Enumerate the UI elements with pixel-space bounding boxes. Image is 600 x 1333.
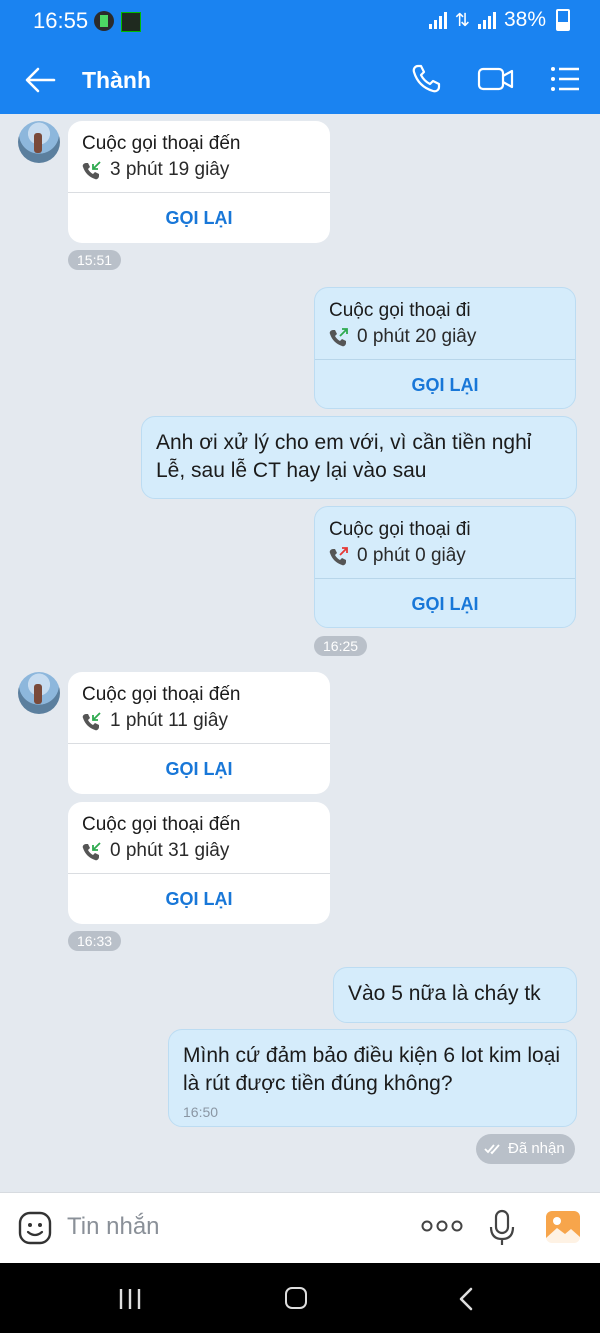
- call-back-button[interactable]: GỌI LẠI: [315, 360, 575, 410]
- status-time: 16:55: [33, 8, 89, 33]
- home-icon[interactable]: [285, 1287, 307, 1309]
- back-arrow-icon[interactable]: [24, 65, 56, 95]
- menu-list-icon[interactable]: [548, 62, 582, 96]
- incoming-call-card: Cuộc gọi thoại đến 3 phút 19 giây GỌI LẠ…: [68, 121, 330, 243]
- call-duration: 1 phút 11 giây: [110, 710, 228, 731]
- call-title: Cuộc gọi thoại đi: [329, 519, 471, 540]
- delivery-status-text: Đã nhận: [508, 1140, 565, 1157]
- outgoing-call-card: Cuộc gọi thoại đi 0 phút 20 giây GỌI LẠI: [314, 287, 576, 409]
- incoming-call-icon: [82, 842, 101, 861]
- outgoing-text-message[interactable]: Anh ơi xử lý cho em với, vì cần tiền ngh…: [141, 416, 577, 499]
- double-check-icon: [484, 1144, 500, 1155]
- signal-icon: [428, 11, 447, 29]
- signal-icon-2: [477, 11, 496, 29]
- call-title: Cuộc gọi thoại đến: [82, 133, 241, 154]
- missed-outgoing-call-icon: [329, 547, 348, 566]
- app-notification-icon: [94, 11, 114, 31]
- voice-call-icon[interactable]: [409, 62, 443, 96]
- incoming-call-icon: [82, 712, 101, 731]
- microphone-icon[interactable]: [488, 1209, 516, 1247]
- incoming-call-icon: [82, 161, 101, 180]
- outgoing-text-message[interactable]: Mình cứ đảm bảo điều kiện 6 lot kim loại…: [168, 1029, 577, 1127]
- message-text: Anh ơi xử lý cho em với, vì cần tiền ngh…: [156, 431, 532, 482]
- message-time: 16:50: [183, 1104, 219, 1120]
- timestamp-badge: 15:51: [68, 250, 122, 270]
- status-bar: 16:55 ⇅ 38%: [0, 0, 600, 45]
- call-duration: 0 phút 20 giây: [357, 326, 477, 347]
- more-options-icon[interactable]: [421, 1219, 463, 1233]
- battery-icon: [556, 9, 570, 31]
- contact-avatar[interactable]: [18, 672, 60, 714]
- sticker-emoji-icon[interactable]: [18, 1211, 52, 1245]
- chat-header: Thành: [0, 45, 600, 114]
- stock-app-notification-icon: [121, 12, 141, 32]
- call-back-button[interactable]: GỌI LẠI: [315, 579, 575, 629]
- call-back-button[interactable]: GỌI LẠI: [68, 193, 330, 243]
- call-back-button[interactable]: GỌI LẠI: [68, 874, 330, 924]
- call-duration: 3 phút 19 giây: [110, 159, 230, 180]
- image-gallery-icon[interactable]: [545, 1210, 581, 1244]
- contact-avatar[interactable]: [18, 121, 60, 163]
- call-title: Cuộc gọi thoại đến: [82, 814, 241, 835]
- call-duration: 0 phút 0 giây: [357, 545, 466, 566]
- call-back-button[interactable]: GỌI LẠI: [68, 744, 330, 794]
- call-duration: 0 phút 31 giây: [110, 840, 230, 861]
- timestamp-badge: 16:33: [68, 931, 122, 951]
- outgoing-text-message[interactable]: Vào 5 nữa là cháy tk: [333, 967, 577, 1023]
- message-composer: Tin nhắn: [0, 1192, 600, 1263]
- call-title: Cuộc gọi thoại đến: [82, 684, 241, 705]
- system-back-icon[interactable]: [458, 1287, 474, 1311]
- outgoing-call-icon: [329, 328, 348, 347]
- message-text: Mình cứ đảm bảo điều kiện 6 lot kim loại…: [183, 1044, 561, 1095]
- incoming-call-card: Cuộc gọi thoại đến 1 phút 11 giây GỌI LẠ…: [68, 672, 330, 794]
- contact-name[interactable]: Thành: [82, 67, 151, 94]
- battery-level: 38%: [503, 8, 546, 31]
- delivery-status-badge: Đã nhận: [476, 1134, 575, 1164]
- video-call-icon[interactable]: [477, 62, 515, 96]
- system-navigation-bar: [0, 1263, 600, 1333]
- outgoing-call-card: Cuộc gọi thoại đi 0 phút 0 giây GỌI LẠI: [314, 506, 576, 628]
- call-title: Cuộc gọi thoại đi: [329, 300, 471, 321]
- data-transfer-icon: ⇅: [454, 9, 470, 30]
- recent-apps-icon[interactable]: [118, 1288, 142, 1310]
- message-input[interactable]: Tin nhắn: [67, 1213, 160, 1241]
- message-text: Vào 5 nữa là cháy tk: [348, 982, 541, 1005]
- incoming-call-card: Cuộc gọi thoại đến 0 phút 31 giây GỌI LẠ…: [68, 802, 330, 924]
- timestamp-badge: 16:25: [314, 636, 368, 656]
